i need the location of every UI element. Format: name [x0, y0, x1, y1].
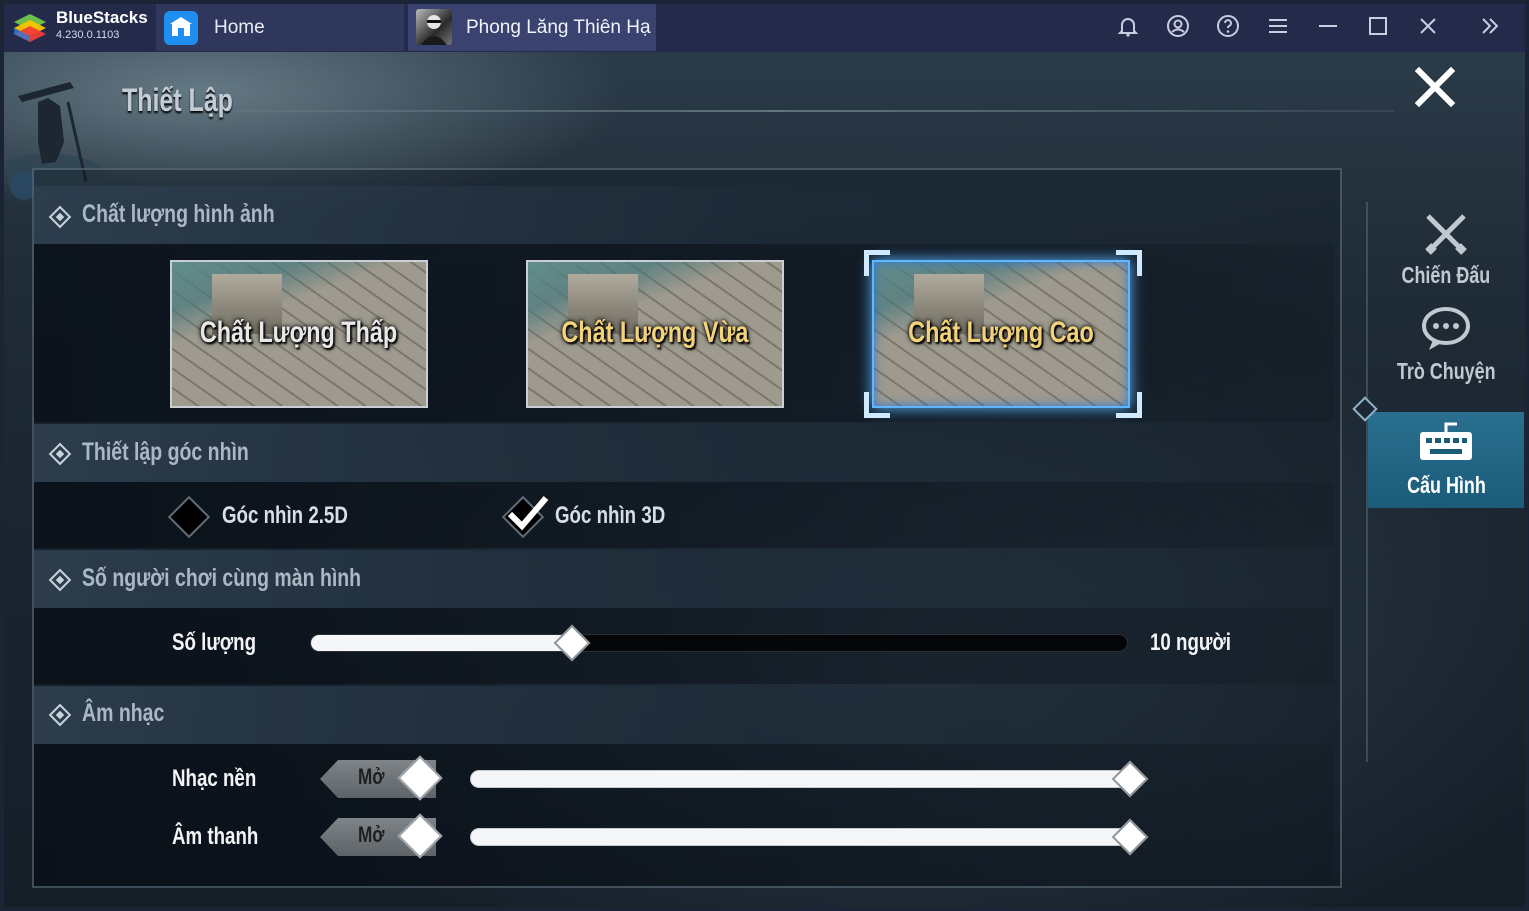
bgm-toggle[interactable]: Mở [312, 755, 444, 802]
chat-bubble-icon [1422, 307, 1470, 350]
tab-home[interactable]: Home [156, 3, 404, 51]
sfx-volume-slider[interactable] [470, 828, 1130, 846]
player-count-value: 10 người [1150, 629, 1231, 656]
sfx-toggle[interactable]: Mở [312, 813, 444, 860]
bluestacks-brand: BlueStacks 4.230.0.1103 [6, 6, 154, 46]
quality-option-medium-label: Chất Lượng Vừa [561, 316, 749, 349]
game-screen: Thiết Lập Chất lượng hình ảnh Chất Lượng… [4, 52, 1525, 907]
player-count-slider[interactable] [310, 634, 1128, 652]
game-avatar-icon [421, 15, 447, 45]
section-camera-title: Thiết lập góc nhìn [82, 438, 249, 466]
bluestacks-version: 4.230.0.1103 [56, 29, 120, 41]
bluestacks-titlebar: BlueStacks 4.230.0.1103 Home Phong Lăng … [0, 0, 1529, 52]
quality-option-high-label: Chất Lượng Cao [908, 316, 1094, 349]
quality-option-low-label: Chất Lượng Thấp [200, 316, 398, 349]
tab-game-label: Phong Lăng Thiên Hạ [466, 17, 651, 38]
section-music-header [34, 686, 1334, 744]
player-count-fill [311, 635, 573, 651]
sidebar-item-combat[interactable]: Chiến Đấu [1368, 202, 1524, 298]
minimize-icon[interactable] [1314, 12, 1342, 40]
bgm-label: Nhạc nền [172, 765, 257, 792]
selection-corner [1116, 392, 1142, 418]
header-divider [154, 110, 1394, 112]
sidebar-item-combat-label: Chiến Đấu [1401, 262, 1491, 288]
maximize-icon[interactable] [1364, 12, 1392, 40]
checkmark-icon [507, 496, 549, 531]
menu-icon[interactable] [1264, 12, 1292, 40]
keyboard-icon [1420, 422, 1472, 460]
account-icon[interactable] [1164, 12, 1192, 40]
expand-sidebar-icon[interactable] [1476, 12, 1504, 40]
help-icon[interactable] [1214, 12, 1242, 40]
sidebar-item-chat[interactable]: Trò Chuyện [1368, 298, 1524, 394]
game-thumbnail [416, 9, 452, 45]
close-settings-icon[interactable] [1412, 64, 1458, 110]
settings-title: Thiết Lập [122, 82, 233, 118]
settings-category-sidebar: Chiến Đấu Trò Chuyện Cấu Hình [1366, 202, 1524, 762]
house-icon [170, 17, 192, 36]
player-count-label: Số lượng [172, 629, 257, 656]
bluestacks-logo-icon [14, 14, 46, 42]
sfx-toggle-text: Mở [358, 822, 385, 847]
crossed-swords-icon [1425, 214, 1467, 255]
bgm-toggle-text: Mở [358, 764, 385, 789]
sidebar-item-chat-label: Trò Chuyện [1396, 358, 1496, 384]
quality-option-medium[interactable]: Chất Lượng Vừa [526, 260, 784, 408]
bgm-volume-slider[interactable] [470, 770, 1130, 788]
quality-option-low[interactable]: Chất Lượng Thấp [170, 260, 428, 408]
bluestacks-name: BlueStacks [56, 8, 148, 27]
bell-icon[interactable] [1114, 12, 1142, 40]
section-players-title: Số người chơi cùng màn hình [82, 564, 362, 592]
home-app-icon [164, 11, 198, 45]
camera-2-5d-label[interactable]: Góc nhìn 2.5D [222, 502, 383, 530]
section-music-title: Âm nhạc [82, 699, 165, 727]
tab-game[interactable]: Phong Lăng Thiên Hạ [408, 3, 656, 51]
sidebar-item-config[interactable]: Cấu Hình [1368, 412, 1524, 508]
tab-home-label: Home [214, 17, 265, 38]
quality-option-high[interactable]: Chất Lượng Cao [872, 260, 1130, 408]
selection-corner [864, 250, 890, 276]
section-graphics-title: Chất lượng hình ảnh [82, 200, 275, 228]
close-icon[interactable] [1414, 12, 1442, 40]
sfx-label: Âm thanh [172, 823, 259, 850]
selection-corner [1116, 250, 1142, 276]
camera-3d-label[interactable]: Góc nhìn 3D [555, 502, 696, 530]
sidebar-item-config-label: Cấu Hình [1406, 472, 1486, 498]
selection-corner [864, 392, 890, 418]
